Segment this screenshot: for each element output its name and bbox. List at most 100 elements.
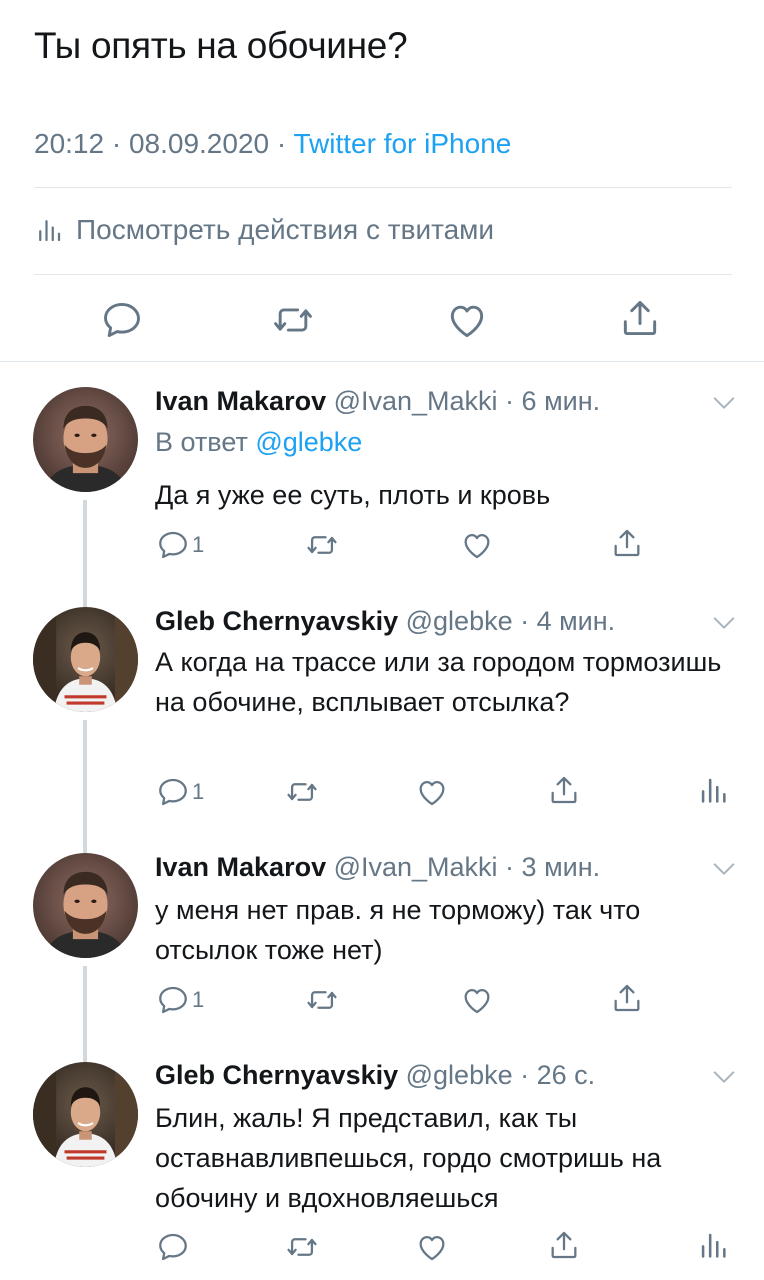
thread-line: [83, 720, 87, 840]
share-icon: [547, 773, 581, 807]
chevron-down-icon: [710, 855, 738, 883]
like-button[interactable]: [459, 528, 495, 562]
tweet-timestamp: 20:12 · 08.09.2020 ·: [34, 128, 294, 159]
avatar-image: [33, 387, 138, 492]
reply-button[interactable]: [100, 298, 144, 342]
retweet-button[interactable]: [283, 775, 321, 809]
chevron-down-icon: [710, 1063, 738, 1091]
reply-text: Блин, жаль! Я представил, как ты оставна…: [155, 1103, 662, 1213]
reply-text: А когда на трассе или за городом тормози…: [155, 647, 722, 717]
like-button[interactable]: [414, 775, 450, 809]
thread-line: [83, 500, 87, 594]
retweet-button[interactable]: [303, 528, 341, 562]
reply-icon: [156, 775, 190, 809]
retweet-icon: [270, 298, 316, 342]
chevron-down-icon: [710, 389, 738, 417]
share-icon: [610, 526, 644, 560]
analytics-icon: [34, 215, 64, 245]
reply-tweet[interactable]: Gleb Chernyavskiy @glebke · 4 мин. А ког…: [0, 594, 764, 840]
reply-count: 1: [192, 532, 205, 557]
reply-icon: [156, 983, 190, 1017]
thread-line: [83, 1052, 87, 1062]
main-tweet: Ты опять на обочине? 20:12 · 08.09.2020 …: [0, 0, 764, 362]
author-name[interactable]: Ivan Makarov: [155, 852, 326, 882]
heart-icon: [414, 1230, 450, 1264]
avatar[interactable]: [33, 853, 138, 958]
analytics-icon: [696, 773, 730, 807]
thread-line: [83, 840, 87, 853]
retweet-button[interactable]: [283, 1230, 321, 1264]
heart-icon: [414, 775, 450, 809]
tweet-menu-button[interactable]: [710, 855, 738, 888]
like-button[interactable]: [414, 1230, 450, 1264]
thread-line: [83, 966, 87, 1052]
avatar-image: [33, 1062, 138, 1167]
author-name[interactable]: Gleb Chernyavskiy: [155, 606, 398, 636]
reply-count: 1: [192, 779, 205, 804]
view-activity-label: Посмотреть действия с твитами: [76, 214, 495, 245]
like-button[interactable]: [459, 983, 495, 1017]
main-tweet-text: Ты опять на обочине?: [34, 25, 408, 66]
retweet-icon: [303, 528, 341, 562]
author-meta: @Ivan_Makki · 6 мин.: [326, 386, 601, 416]
reply-tweet[interactable]: Ivan Makarov @Ivan_Makki · 3 мин. у меня…: [0, 840, 764, 1052]
author-meta: @glebke · 4 мин.: [398, 606, 616, 636]
share-button[interactable]: [547, 1228, 581, 1262]
reply-button[interactable]: 1: [156, 983, 204, 1017]
heart-icon: [459, 528, 495, 562]
reply-tweet[interactable]: Ivan Makarov @Ivan_Makki · 6 мин. В отве…: [0, 362, 764, 594]
retweet-icon: [303, 983, 341, 1017]
chevron-down-icon: [710, 609, 738, 637]
share-button[interactable]: [610, 526, 644, 560]
share-button[interactable]: [610, 981, 644, 1015]
retweet-button[interactable]: [303, 983, 341, 1017]
tweet-source-link[interactable]: Twitter for iPhone: [293, 128, 511, 159]
retweet-button[interactable]: [270, 298, 316, 342]
tweet-menu-button[interactable]: [710, 1063, 738, 1096]
share-button[interactable]: [618, 296, 662, 340]
reply-count: 1: [192, 987, 205, 1012]
retweet-icon: [283, 1230, 321, 1264]
thread-line: [83, 594, 87, 607]
avatar[interactable]: [33, 1062, 138, 1167]
share-button[interactable]: [547, 773, 581, 807]
reply-icon: [100, 298, 144, 342]
reply-button[interactable]: 1: [156, 528, 204, 562]
reply-tweet[interactable]: Gleb Chernyavskiy @glebke · 26 с. Блин, …: [0, 1052, 764, 1280]
reply-text: Да я уже ее суть, плоть и кровь: [155, 480, 551, 510]
view-activity-button[interactable]: Посмотреть действия с твитами: [34, 210, 494, 250]
reply-button[interactable]: 1: [156, 775, 204, 809]
divider: [34, 274, 732, 275]
author-name[interactable]: Gleb Chernyavskiy: [155, 1060, 398, 1090]
in-reply-to: В ответ @glebke: [155, 424, 362, 460]
analytics-button[interactable]: [696, 1228, 730, 1262]
share-icon: [610, 981, 644, 1015]
avatar-image: [33, 853, 138, 958]
reply-header: Gleb Chernyavskiy @glebke · 26 с.: [155, 1057, 595, 1093]
reply-header: Ivan Makarov @Ivan_Makki · 6 мин.: [155, 383, 600, 419]
mention-link[interactable]: @glebke: [255, 427, 362, 457]
author-meta: @glebke · 26 с.: [398, 1060, 596, 1090]
tweet-meta: 20:12 · 08.09.2020 · Twitter for iPhone: [34, 126, 511, 162]
divider: [34, 187, 732, 188]
avatar-image: [33, 607, 138, 712]
main-tweet-actions: [0, 290, 764, 350]
like-button[interactable]: [444, 298, 490, 342]
reply-header: Gleb Chernyavskiy @glebke · 4 мин.: [155, 603, 615, 639]
share-icon: [547, 1228, 581, 1262]
reply-button[interactable]: [156, 1230, 192, 1264]
avatar[interactable]: [33, 607, 138, 712]
tweet-menu-button[interactable]: [710, 389, 738, 422]
heart-icon: [459, 983, 495, 1017]
reply-icon: [156, 528, 190, 562]
reply-icon: [156, 1230, 190, 1264]
in-reply-to-label: В ответ: [155, 427, 256, 457]
author-name[interactable]: Ivan Makarov: [155, 386, 326, 416]
reply-text: у меня нет прав. я не торможу) так что о…: [155, 895, 641, 965]
avatar[interactable]: [33, 387, 138, 492]
retweet-icon: [283, 775, 321, 809]
analytics-icon: [696, 1228, 730, 1262]
analytics-button[interactable]: [696, 773, 730, 807]
tweet-menu-button[interactable]: [710, 609, 738, 642]
reply-header: Ivan Makarov @Ivan_Makki · 3 мин.: [155, 849, 600, 885]
